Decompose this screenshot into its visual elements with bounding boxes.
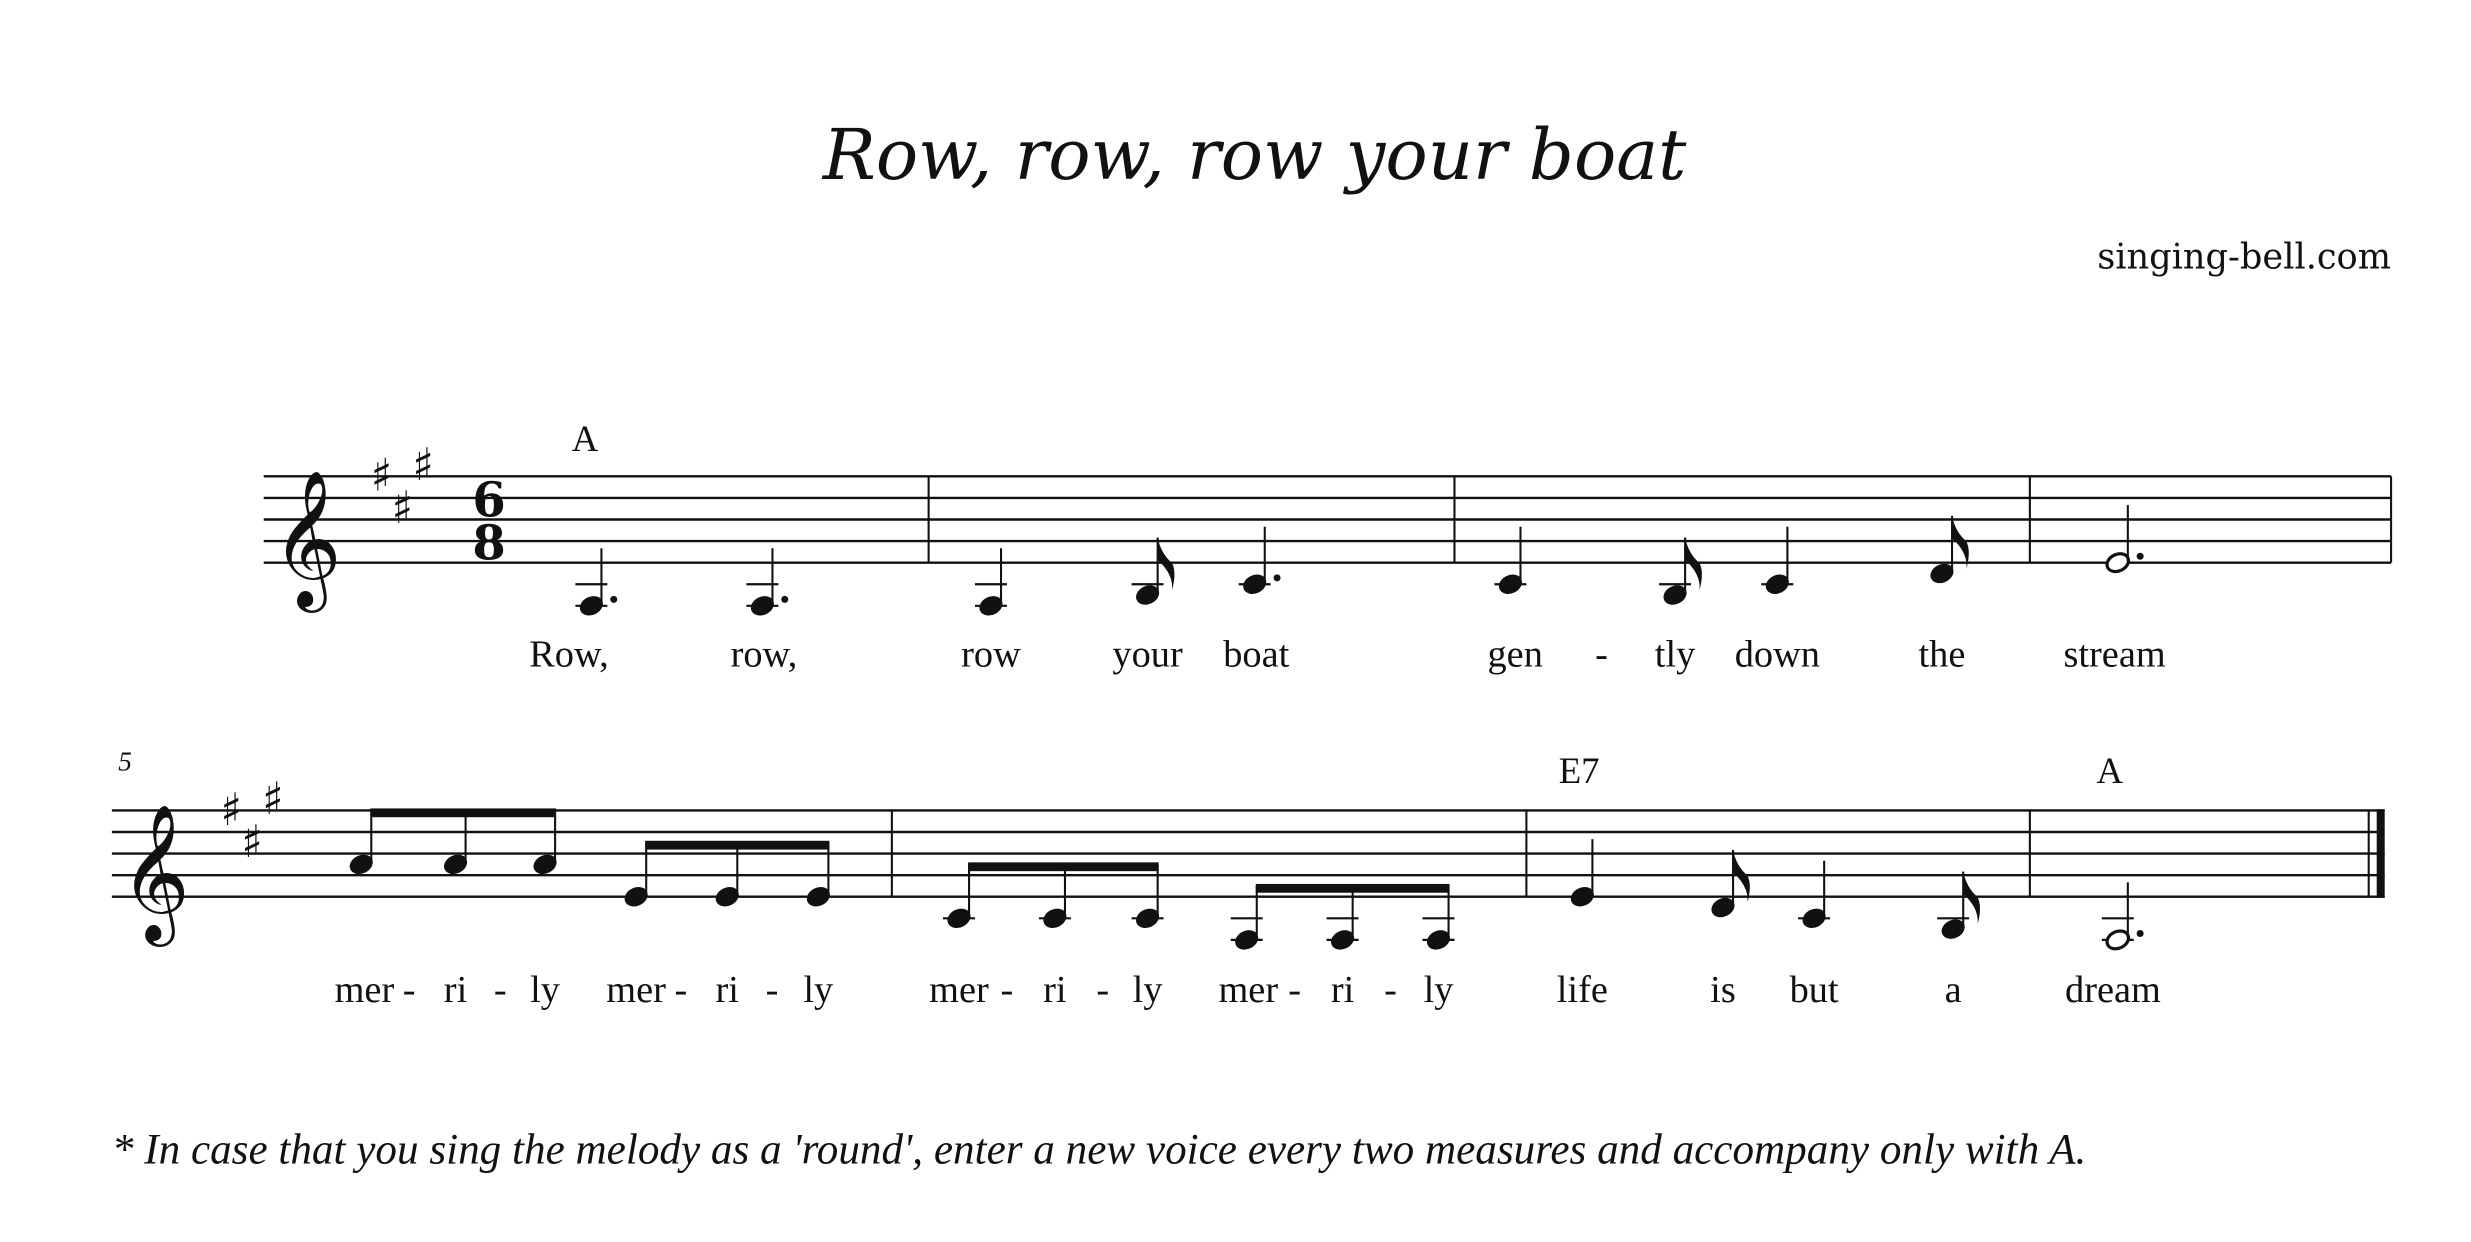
lyric-syllable: stream — [2063, 634, 2165, 676]
sharp-icon: ♯ — [412, 438, 434, 491]
lyric-syllable: ly — [803, 969, 834, 1011]
note-beam — [370, 808, 557, 818]
treble-clef-icon: 𝄞 — [272, 469, 342, 613]
lyric-syllable: a — [1945, 969, 1962, 1011]
lyric-syllable: row, — [731, 634, 798, 676]
lyric-syllable: ri — [444, 969, 467, 1011]
song-title: Row, row, row your boat — [821, 114, 1687, 196]
lyric-hyphen: - — [766, 969, 779, 1011]
lyric-syllable: ly — [530, 969, 561, 1011]
sheet-music: Row, row, row your boat singing-bell.com… — [111, 114, 2393, 1174]
treble-clef-icon: 𝄞 — [120, 803, 190, 947]
lyric-hyphen: - — [1595, 634, 1608, 676]
sharp-icon: ♯ — [262, 772, 284, 825]
chord-symbol: A — [2097, 750, 2124, 791]
note-beam — [645, 840, 830, 850]
augmentation-dot — [2136, 552, 2144, 560]
note-beam — [1255, 883, 1450, 893]
lyric-syllable: down — [1735, 634, 1820, 676]
lyric-syllable: mer — [335, 969, 395, 1011]
lyric-syllable: Row, — [529, 634, 609, 676]
sharp-icon: ♯ — [241, 815, 263, 868]
lyric-syllable: ri — [1043, 969, 1066, 1011]
lyric-syllable: life — [1557, 969, 1608, 1011]
lyric-syllable: but — [1790, 969, 1839, 1011]
lyric-syllable: tly — [1655, 634, 1696, 676]
time-signature-denominator: 8 — [472, 515, 505, 571]
lyric-hyphen: - — [1096, 969, 1109, 1011]
sharp-icon: ♯ — [371, 449, 393, 502]
lyric-syllable: dream — [2065, 969, 2161, 1011]
lyric-syllable: mer — [929, 969, 989, 1011]
lyric-syllable: the — [1919, 634, 1966, 676]
lyric-hyphen: - — [1288, 969, 1301, 1011]
measure-number: 5 — [118, 746, 132, 776]
sharp-icon: ♯ — [392, 481, 414, 534]
augmentation-dot — [781, 595, 789, 603]
site-credit: singing-bell.com — [2097, 237, 2391, 278]
final-barline-thick — [2376, 809, 2385, 898]
augmentation-dot — [610, 595, 618, 603]
augmentation-dot — [2136, 929, 2144, 938]
staff-system-2: 𝄞 ♯♯♯E7 Amer - ri - ly mer - ri - ly mer - ri - ly mer - ri… — [111, 750, 2385, 1011]
lyric-syllable: ri — [1331, 969, 1354, 1011]
lyric-hyphen: - — [494, 969, 507, 1011]
lyric-syllable: gen — [1488, 634, 1543, 676]
lyric-syllable: ly — [1424, 969, 1455, 1011]
lyric-syllable: boat — [1223, 634, 1289, 676]
lyric-syllable: is — [1710, 969, 1736, 1011]
lyric-syllable: ri — [716, 969, 739, 1011]
staff-system-1: 𝄞 ♯♯♯68ARow, row, row your boat gen - tly down the… — [263, 418, 2393, 676]
chord-symbol: A — [572, 418, 599, 459]
lyric-hyphen: - — [1384, 969, 1397, 1011]
note-beam — [968, 862, 1159, 872]
lyric-hyphen: - — [1001, 969, 1014, 1011]
lyric-syllable: ly — [1133, 969, 1164, 1011]
lyric-syllable: your — [1112, 634, 1183, 676]
lyric-syllable: row — [961, 634, 1021, 676]
lyric-hyphen: - — [403, 969, 416, 1011]
lyric-syllable: mer — [606, 969, 666, 1011]
footnote: * In case that you sing the melody as a … — [112, 1127, 2086, 1174]
augmentation-dot — [1273, 574, 1281, 582]
sharp-icon: ♯ — [221, 783, 243, 836]
lyric-hyphen: - — [674, 969, 687, 1011]
lyric-syllable: mer — [1218, 969, 1278, 1011]
chord-symbol: E7 — [1559, 750, 1600, 791]
